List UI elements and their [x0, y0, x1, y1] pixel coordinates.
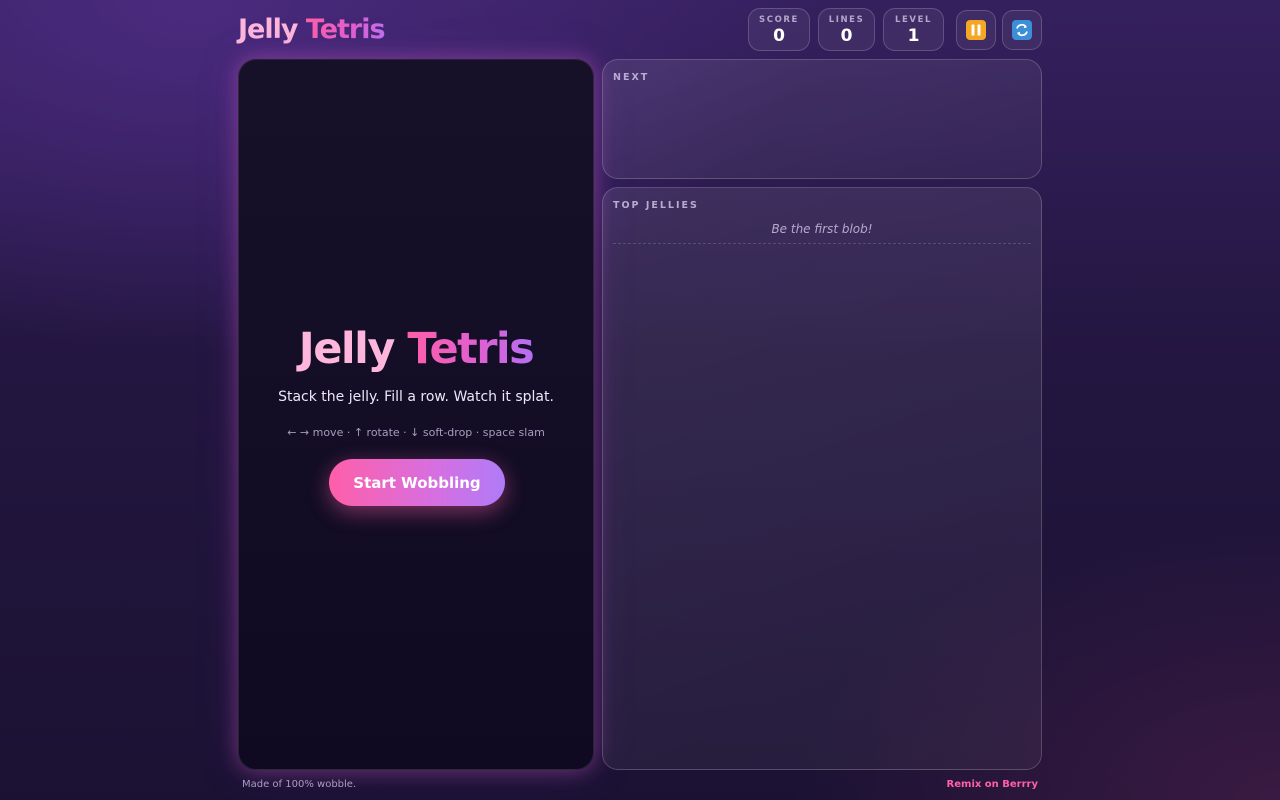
app-logo: Jelly Tetris [238, 14, 386, 45]
score-stat: SCORE 0 [748, 8, 810, 51]
leaderboard-empty-message: Be the first blob! [613, 222, 1031, 244]
remix-link[interactable]: Remix on Berrry [947, 779, 1038, 790]
level-label: LEVEL [894, 15, 933, 25]
pause-button[interactable] [956, 10, 996, 50]
game-board[interactable]: Jelly Tetris Stack the jelly. Fill a row… [238, 59, 594, 770]
leaderboard-title: TOP JELLIES [613, 200, 699, 211]
score-label: SCORE [759, 15, 799, 25]
lines-stat: LINES 0 [818, 8, 875, 51]
score-value: 0 [773, 26, 785, 46]
footer-tagline: Made of 100% wobble. [242, 779, 357, 790]
next-piece-panel: NEXT [602, 59, 1042, 179]
overlay-tagline: Stack the jelly. Fill a row. Watch it sp… [278, 389, 554, 405]
start-overlay: Jelly Tetris Stack the jelly. Fill a row… [239, 60, 593, 769]
restart-icon [1012, 20, 1032, 40]
overlay-title-jelly: Jelly [298, 324, 396, 374]
overlay-title-tetris: Tetris [407, 324, 534, 374]
logo-word-jelly: Jelly [238, 14, 298, 45]
leaderboard-panel: TOP JELLIES Be the first blob! [602, 187, 1042, 770]
controls-help: ← → move · ↑ rotate · ↓ soft-drop · spac… [287, 426, 545, 439]
next-panel-title: NEXT [613, 72, 650, 83]
level-value: 1 [907, 26, 920, 46]
logo-word-tetris: Tetris [305, 14, 386, 45]
start-button[interactable]: Start Wobbling [329, 459, 505, 506]
lines-value: 0 [840, 26, 853, 46]
app: Jelly Tetris SCORE 0 LINES 0 LEVEL 1 Jel… [238, 0, 1042, 800]
restart-button[interactable] [1002, 10, 1042, 50]
pause-icon [966, 20, 986, 40]
overlay-title: Jelly Tetris [239, 324, 593, 374]
lines-label: LINES [828, 15, 865, 25]
level-stat: LEVEL 1 [883, 8, 944, 51]
